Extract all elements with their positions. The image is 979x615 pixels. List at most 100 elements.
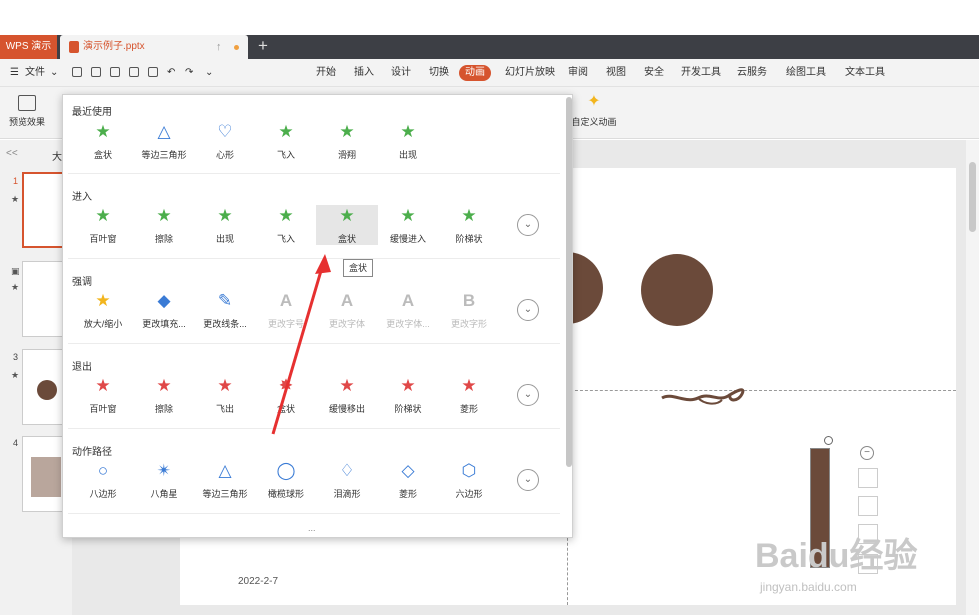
triangle-icon: △: [157, 122, 171, 141]
expand-emphasis-button[interactable]: ⌄: [517, 299, 539, 321]
resize-grip[interactable]: ...: [308, 523, 316, 533]
effect-entrance-fly-in[interactable]: ★ 飞入: [255, 205, 317, 245]
appear-star-icon: ★: [217, 206, 233, 225]
hexagon-icon: ⬡: [461, 461, 477, 480]
document-tab-title: 演示例子.pptx: [83, 41, 145, 52]
effect-exit-blinds[interactable]: ★ 百叶窗: [72, 375, 134, 415]
menu-file[interactable]: 文件: [25, 59, 45, 87]
redo-icon[interactable]: ↷: [185, 59, 193, 87]
effect-emphasis-fill-color[interactable]: ◆ 更改填充...: [133, 290, 195, 330]
font-color-a-icon: A: [401, 291, 415, 310]
effect-path-eight-point-star[interactable]: ✴ 八角星: [133, 460, 195, 500]
effect-recent-box[interactable]: ★ 盒状: [72, 121, 134, 161]
pen-icon[interactable]: [858, 496, 878, 516]
effect-recent-triangle[interactable]: △ 等边三角形: [133, 121, 195, 161]
menu-text-tools[interactable]: 文本工具: [845, 59, 885, 87]
menu-animation[interactable]: 动画: [459, 65, 491, 81]
menu-security[interactable]: 安全: [644, 59, 664, 87]
undo-icon[interactable]: ↶: [167, 59, 175, 87]
effect-emphasis-grow-shrink[interactable]: ★ 放大/缩小: [72, 290, 134, 330]
effect-exit-steps[interactable]: ★ 阶梯状: [377, 375, 439, 415]
effect-label: 滑翔: [337, 150, 356, 160]
menu-view[interactable]: 视图: [606, 59, 626, 87]
effect-entrance-wipe[interactable]: ★ 擦除: [133, 205, 195, 245]
customize-toolbar-icon[interactable]: ⌄: [205, 59, 213, 87]
effect-label: 放大/缩小: [83, 319, 123, 329]
menu-design[interactable]: 设计: [391, 59, 411, 87]
effect-entrance-blinds[interactable]: ★ 百叶窗: [72, 205, 134, 245]
effect-entrance-box[interactable]: ★ 盒状: [316, 205, 378, 245]
vertical-scrollbar[interactable]: [966, 140, 979, 615]
menu-developer[interactable]: 开发工具: [681, 59, 721, 87]
effect-exit-fly-out[interactable]: ★ 飞出: [194, 375, 256, 415]
eight-point-star-icon: ✴: [156, 461, 172, 480]
app-tab-wps[interactable]: WPS 演示: [0, 35, 57, 59]
menu-transition[interactable]: 切换: [429, 59, 449, 87]
effect-path-diamond[interactable]: ◇ 菱形: [377, 460, 439, 500]
menu-insert[interactable]: 插入: [354, 59, 374, 87]
effect-label: 阶梯状: [394, 404, 422, 414]
thumbnail-table-shape: [31, 457, 61, 497]
slide-number: 4: [13, 438, 19, 448]
heart-icon: ♡: [217, 122, 233, 141]
section-title-emphasis: 强调: [72, 277, 92, 288]
custom-animation-button[interactable]: ✦ 自定义动画: [570, 93, 618, 135]
rotate-handle-icon[interactable]: [824, 436, 833, 445]
diamond-star-icon: ★: [461, 376, 477, 395]
slide-date[interactable]: 2022-2-7: [238, 576, 278, 587]
glide-star-icon: ★: [339, 122, 355, 141]
effect-exit-diamond[interactable]: ★ 菱形: [438, 375, 500, 415]
brown-circle[interactable]: [641, 254, 713, 326]
document-tab[interactable]: 演示例子.pptx ↑: [60, 35, 248, 59]
effect-label: 八边形: [89, 489, 117, 499]
print-preview-icon[interactable]: [148, 67, 158, 77]
effect-recent-fly-in[interactable]: ★ 飞入: [255, 121, 317, 161]
collapse-panel-icon[interactable]: <<: [6, 148, 18, 159]
effect-entrance-steps[interactable]: ★ 阶梯状: [438, 205, 500, 245]
print-icon[interactable]: [129, 67, 139, 77]
menu-bar: ☰ 文件 ⌄ ↶ ↷ ⌄ 开始 插入 设计 切换 动画 幻灯片放映 审阅 视图 …: [0, 59, 979, 87]
effect-recent-heart[interactable]: ♡ 心形: [194, 121, 256, 161]
effect-entrance-slow-in[interactable]: ★ 缓慢进入: [377, 205, 439, 245]
menu-cloud[interactable]: 云服务: [737, 59, 767, 87]
unsaved-dot-icon: [234, 45, 239, 50]
export-pdf-icon[interactable]: [110, 67, 120, 77]
menu-drawing-tools[interactable]: 绘图工具: [786, 59, 826, 87]
layers-icon[interactable]: [858, 468, 878, 488]
expand-path-button[interactable]: ⌄: [517, 469, 539, 491]
minus-icon[interactable]: −: [860, 446, 874, 460]
effect-path-football[interactable]: ◯ 橄榄球形: [255, 460, 317, 500]
effect-exit-wipe[interactable]: ★ 擦除: [133, 375, 195, 415]
scrollbar-thumb[interactable]: [969, 162, 976, 232]
preview-effect-button[interactable]: 预览效果: [6, 93, 48, 135]
upload-arrow-icon[interactable]: ↑: [216, 35, 222, 59]
expand-entrance-button[interactable]: ⌄: [517, 214, 539, 236]
effect-label: 更改线条...: [203, 319, 247, 329]
menu-home[interactable]: 开始: [316, 59, 336, 87]
effect-entrance-appear[interactable]: ★ 出现: [194, 205, 256, 245]
save-icon[interactable]: [91, 67, 101, 77]
menu-slideshow[interactable]: 幻灯片放映: [505, 59, 555, 87]
open-folder-icon[interactable]: [72, 67, 82, 77]
effect-path-triangle[interactable]: △ 等边三角形: [194, 460, 256, 500]
cloud-swirl-graphic[interactable]: [658, 378, 750, 414]
box-star-icon: ★: [95, 122, 111, 141]
effect-label: 心形: [215, 150, 234, 160]
effect-recent-appear[interactable]: ★ 出现: [377, 121, 439, 161]
effect-label: 菱形: [398, 489, 417, 499]
effect-label: 擦除: [154, 234, 173, 244]
expand-exit-button[interactable]: ⌄: [517, 384, 539, 406]
new-tab-button[interactable]: +: [258, 35, 268, 57]
menu-review[interactable]: 审阅: [568, 59, 588, 87]
dropdown-scrollbar[interactable]: [566, 97, 572, 467]
effect-path-hexagon[interactable]: ⬡ 六边形: [438, 460, 500, 500]
effect-recent-glide[interactable]: ★ 滑翔: [316, 121, 378, 161]
outline-tab-partial[interactable]: 大: [52, 148, 62, 163]
hamburger-menu-icon[interactable]: ☰: [10, 59, 19, 87]
effect-path-octagon[interactable]: ○ 八边形: [72, 460, 134, 500]
chevron-down-icon[interactable]: ⌄: [50, 59, 58, 87]
section-title-recent: 最近使用: [72, 107, 112, 118]
effect-label: 更改字形: [450, 319, 487, 329]
effect-path-teardrop[interactable]: ♢ 泪滴形: [316, 460, 378, 500]
effect-emphasis-line-color[interactable]: ✎ 更改线条...: [194, 290, 256, 330]
